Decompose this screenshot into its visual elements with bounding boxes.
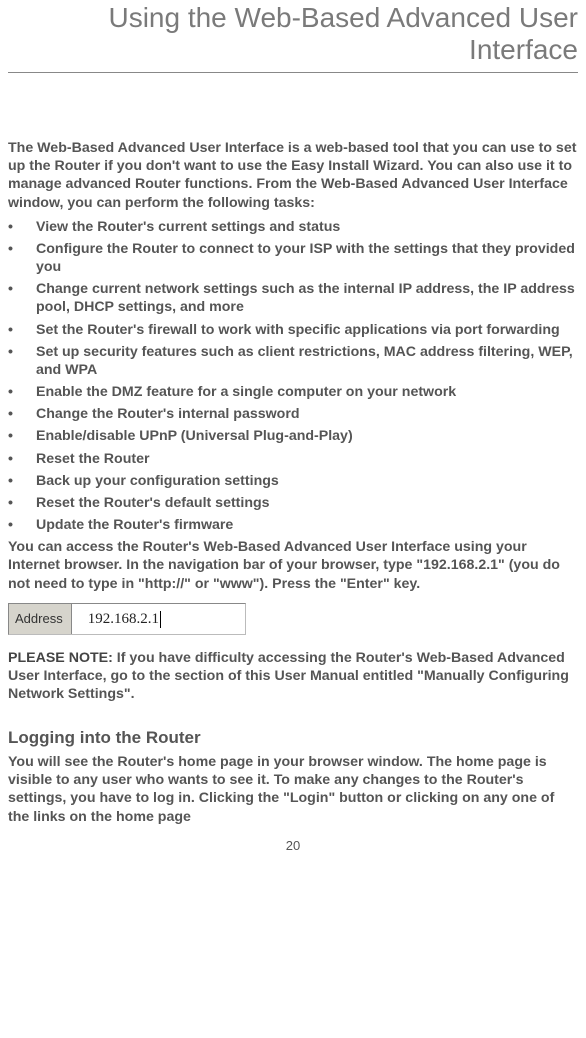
list-item: •Set up security features such as client…	[8, 343, 578, 379]
list-item: •Reset the Router	[8, 450, 578, 468]
task-list: •View the Router's current settings and …	[8, 218, 578, 535]
address-label: Address	[9, 604, 72, 634]
list-item: •View the Router's current settings and …	[8, 218, 578, 236]
login-paragraph: You will see the Router's home page in y…	[8, 753, 578, 826]
list-item: •Reset the Router's default settings	[8, 494, 578, 512]
note-label: PLEASE NOTE:	[8, 650, 113, 666]
please-note: PLEASE NOTE: If you have difficulty acce…	[8, 649, 578, 704]
address-bar: Address 192.168.2.1	[8, 603, 246, 635]
list-item: •Configure the Router to connect to your…	[8, 240, 578, 276]
subheading-logging-in: Logging into the Router	[8, 727, 578, 749]
intro-paragraph: The Web-Based Advanced User Interface is…	[8, 139, 578, 212]
page-title: Using the Web-Based Advanced User Interf…	[8, 2, 578, 73]
address-value: 192.168.2.1	[72, 604, 245, 634]
list-item: •Set the Router's firewall to work with …	[8, 321, 578, 339]
list-item: •Back up your configuration settings	[8, 472, 578, 490]
list-item: •Enable/disable UPnP (Universal Plug-and…	[8, 427, 578, 445]
list-item: •Update the Router's firmware	[8, 516, 578, 534]
page-number: 20	[8, 838, 578, 853]
list-item: •Enable the DMZ feature for a single com…	[8, 383, 578, 401]
list-item: •Change current network settings such as…	[8, 280, 578, 316]
text-cursor	[160, 611, 161, 628]
list-item: •Change the Router's internal password	[8, 405, 578, 423]
access-paragraph: You can access the Router's Web-Based Ad…	[8, 538, 578, 593]
